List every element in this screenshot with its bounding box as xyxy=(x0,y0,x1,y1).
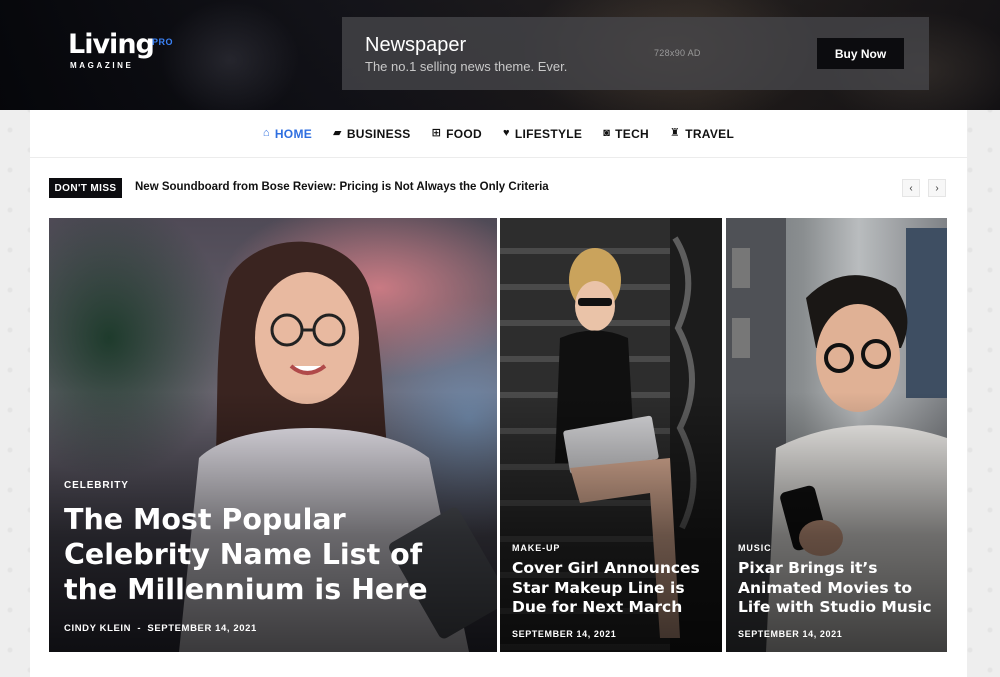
heart-icon: ♥ xyxy=(502,127,510,139)
category-label[interactable]: CELEBRITY xyxy=(64,480,129,491)
author-name[interactable]: CINDY KLEIN xyxy=(64,623,131,634)
article-date: SEPTEMBER 14, 2021 xyxy=(512,629,617,639)
dont-miss-ticker: DON'T MISS New Soundboard from Bose Revi… xyxy=(49,178,948,198)
nav-item-label: BUSINESS xyxy=(346,126,411,141)
nav-item-label: TECH xyxy=(615,126,650,141)
ad-title: Newspaper xyxy=(365,34,467,56)
site-logo[interactable]: Living PRO MAGAZINE xyxy=(68,30,178,76)
nav-item-travel[interactable]: ♜ TRAVEL xyxy=(670,127,734,141)
header-ad-banner[interactable]: Newspaper The no.1 selling news theme. E… xyxy=(342,17,929,90)
camera-icon: ◙ xyxy=(603,127,611,139)
category-label[interactable]: MUSIC xyxy=(738,543,772,553)
travel-icon: ♜ xyxy=(670,127,681,139)
business-icon: ▰ xyxy=(333,127,342,139)
nav-item-label: LIFESTYLE xyxy=(514,126,583,141)
meta-separator: - xyxy=(137,623,142,634)
ticker-prev-button[interactable]: ‹ xyxy=(902,179,920,197)
nav-item-business[interactable]: ▰ BUSINESS xyxy=(333,127,411,141)
article-date: SEPTEMBER 14, 2021 xyxy=(147,623,257,634)
article-title[interactable]: Cover Girl Announces Star Makeup Line is… xyxy=(512,559,712,618)
cart-icon: ⊞ xyxy=(431,127,442,139)
ad-subtitle: The no.1 selling news theme. Ever. xyxy=(365,59,568,74)
article-title[interactable]: The Most Popular Celebrity Name List of … xyxy=(64,502,464,607)
ad-size-label: 728x90 AD xyxy=(654,48,701,58)
nav-item-food[interactable]: ⊞ FOOD xyxy=(432,127,482,141)
home-icon: ⌂ xyxy=(262,127,270,139)
featured-article-right[interactable]: MUSIC Pixar Brings it’s Animated Movies … xyxy=(726,218,947,652)
chevron-right-icon: › xyxy=(935,182,939,194)
ticker-next-button[interactable]: › xyxy=(928,179,946,197)
logo-subtitle: MAGAZINE xyxy=(70,61,134,70)
article-date: SEPTEMBER 14, 2021 xyxy=(738,629,843,639)
header-background-glow xyxy=(160,0,300,110)
featured-article-middle[interactable]: MAKE-UP Cover Girl Announces Star Makeup… xyxy=(500,218,722,652)
article-meta: CINDY KLEIN - SEPTEMBER 14, 2021 xyxy=(64,623,257,634)
ticker-headline-link[interactable]: New Soundboard from Bose Review: Pricing… xyxy=(135,181,549,193)
logo-wordmark: Living xyxy=(68,29,155,60)
featured-article-main[interactable]: CELEBRITY The Most Popular Celebrity Nam… xyxy=(49,218,497,652)
chevron-left-icon: ‹ xyxy=(909,182,913,194)
category-label[interactable]: MAKE-UP xyxy=(512,543,560,553)
nav-item-lifestyle[interactable]: ♥ LIFESTYLE xyxy=(503,127,582,141)
nav-item-label: HOME xyxy=(274,126,313,141)
buy-now-button[interactable]: Buy Now xyxy=(817,38,904,69)
nav-item-label: TRAVEL xyxy=(685,126,735,141)
site-header: Living PRO MAGAZINE Newspaper The no.1 s… xyxy=(0,0,1000,110)
article-title[interactable]: Pixar Brings it’s Animated Movies to Lif… xyxy=(738,559,938,618)
nav-item-label: FOOD xyxy=(446,126,482,141)
nav-item-tech[interactable]: ◙ TECH xyxy=(603,127,649,141)
nav-item-home[interactable]: ⌂ HOME xyxy=(263,127,312,141)
logo-pro-badge: PRO xyxy=(152,37,174,47)
main-navigation: ⌂ HOME ▰ BUSINESS ⊞ FOOD ♥ LIFESTYLE ◙ T… xyxy=(30,110,967,158)
dont-miss-badge: DON'T MISS xyxy=(49,178,122,198)
main-content: ⌂ HOME ▰ BUSINESS ⊞ FOOD ♥ LIFESTYLE ◙ T… xyxy=(30,110,967,677)
